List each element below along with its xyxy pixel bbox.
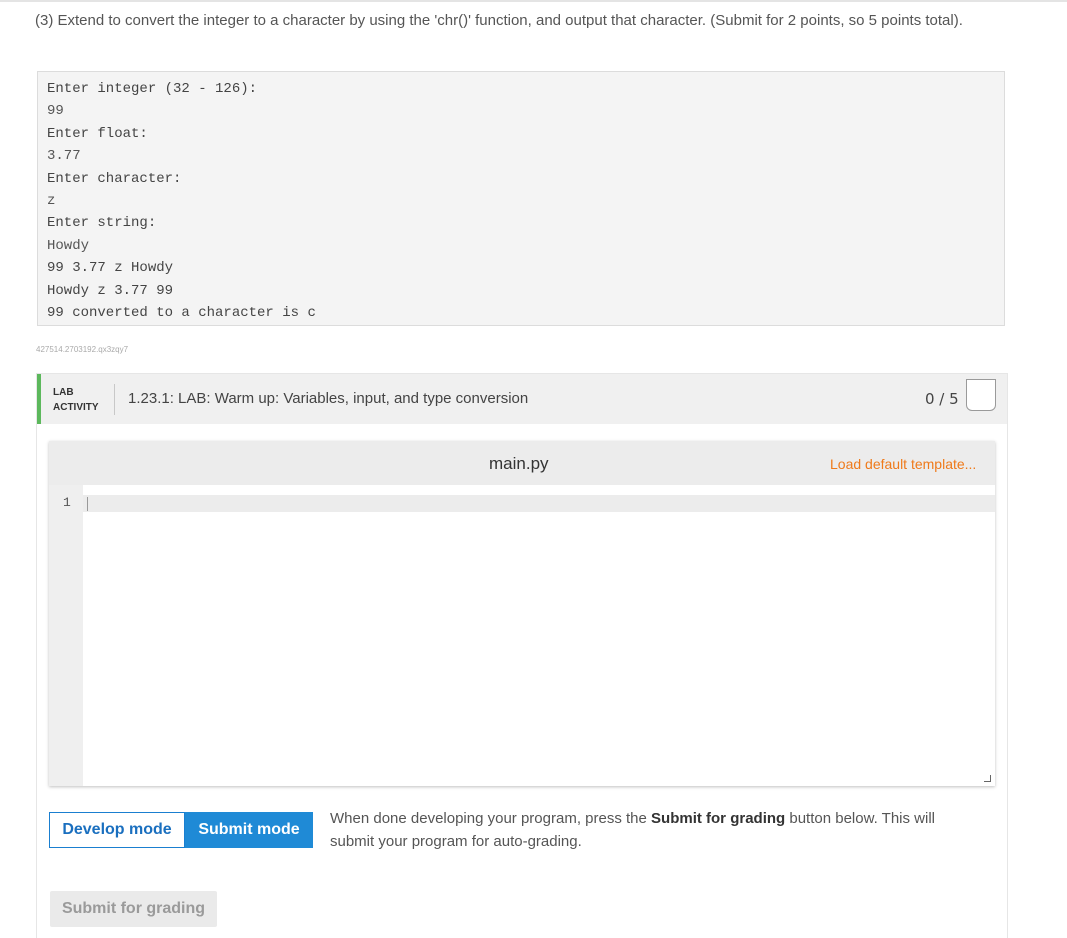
header-separator xyxy=(114,384,115,415)
lab-accent-bar xyxy=(37,374,41,424)
submit-mode-button[interactable]: Submit mode xyxy=(185,812,313,848)
lab-type-line1: LAB xyxy=(53,385,99,400)
mode-toggle-group: Develop mode Submit mode xyxy=(49,812,313,848)
lab-type-line2: ACTIVITY xyxy=(53,400,99,415)
console-line: 99 3.77 z Howdy xyxy=(47,257,995,279)
help-prefix: When done developing your program, press… xyxy=(330,810,651,827)
instruction-text: (3) Extend to convert the integer to a c… xyxy=(35,10,995,32)
editor-toolbar: main.py Load default template... xyxy=(49,441,995,485)
console-line: Enter character: xyxy=(47,168,995,190)
help-bold: Submit for grading xyxy=(651,810,785,827)
text-cursor xyxy=(87,497,88,511)
top-divider xyxy=(0,0,1067,2)
console-line: Enter float: xyxy=(47,123,995,145)
console-line: Howdy z 3.77 99 xyxy=(47,280,995,302)
activity-id-tag: 427514.2703192.qx3zqy7 xyxy=(36,345,128,354)
console-line: 99 converted to a character is c xyxy=(47,302,995,324)
lab-type-label: LAB ACTIVITY xyxy=(53,385,99,415)
console-line: z xyxy=(47,190,995,212)
lab-score: 0 / 5 xyxy=(925,390,959,408)
code-input-area[interactable] xyxy=(83,485,995,786)
line-number-gutter xyxy=(49,485,83,786)
load-default-template-link[interactable]: Load default template... xyxy=(830,456,976,472)
lab-title: 1.23.1: LAB: Warm up: Variables, input, … xyxy=(128,390,528,407)
console-line: Howdy xyxy=(47,235,995,257)
console-line: Enter string: xyxy=(47,212,995,234)
line-number: 1 xyxy=(63,495,77,510)
completion-badge-icon xyxy=(966,379,996,411)
lab-header: LAB ACTIVITY 1.23.1: LAB: Warm up: Varia… xyxy=(37,374,1007,424)
resize-handle-icon[interactable] xyxy=(984,775,991,782)
console-line: Enter integer (32 - 126): xyxy=(47,78,995,100)
console-line: 3.77 xyxy=(47,145,995,167)
code-editor: main.py Load default template... 1 xyxy=(49,441,995,786)
example-console-output: Enter integer (32 - 126): 99 Enter float… xyxy=(37,71,1005,326)
filename-label: main.py xyxy=(489,454,549,474)
mode-help-text: When done developing your program, press… xyxy=(330,807,970,853)
develop-mode-button[interactable]: Develop mode xyxy=(49,812,185,848)
submit-for-grading-button[interactable]: Submit for grading xyxy=(50,891,217,927)
console-line: 99 xyxy=(47,100,995,122)
lab-activity-panel: LAB ACTIVITY 1.23.1: LAB: Warm up: Varia… xyxy=(36,373,1008,938)
